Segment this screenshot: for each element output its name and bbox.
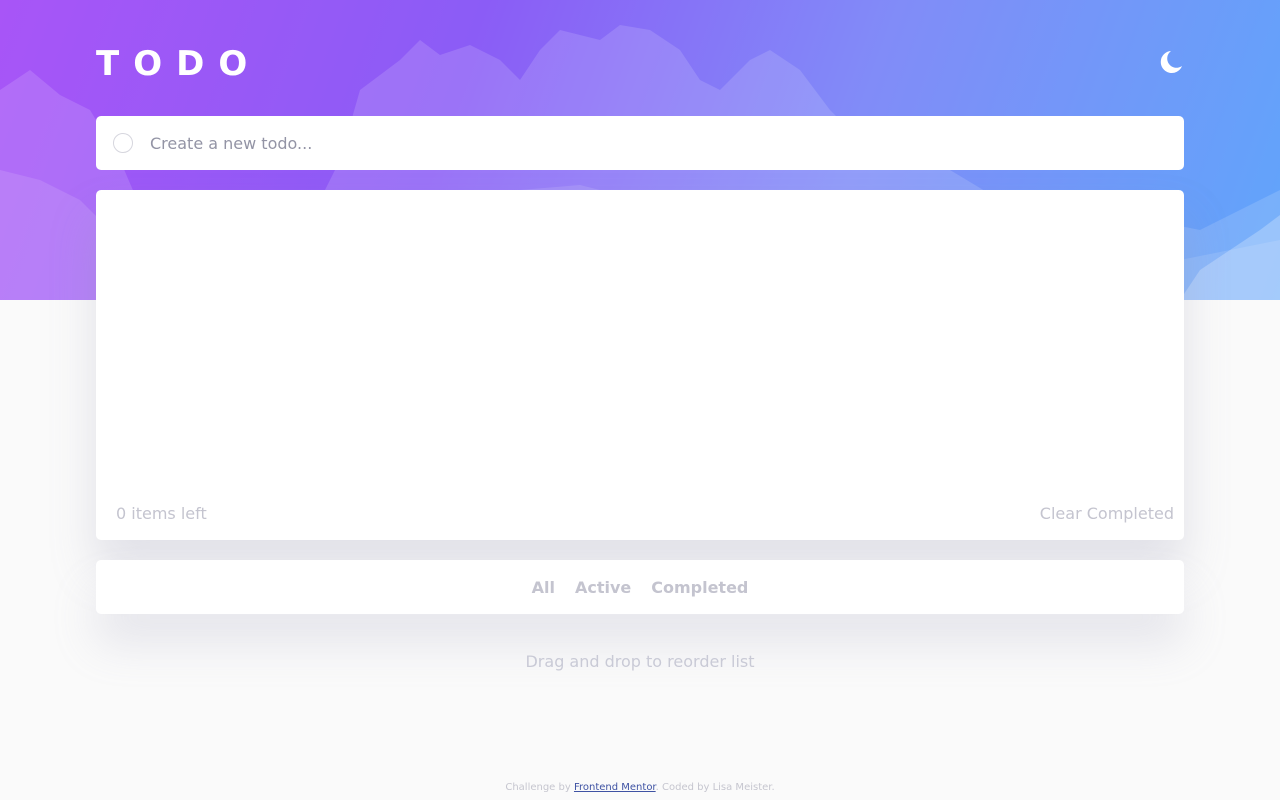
filter-bar: All Active Completed bbox=[96, 560, 1184, 614]
new-todo-bar bbox=[96, 116, 1184, 170]
new-todo-input[interactable] bbox=[150, 116, 1150, 170]
attribution-footer: Challenge by Frontend Mentor. Coded by L… bbox=[0, 782, 1280, 793]
clear-completed-button[interactable]: Clear Completed bbox=[1040, 504, 1174, 523]
moon-icon bbox=[1160, 51, 1182, 73]
filter-completed[interactable]: Completed bbox=[651, 578, 748, 597]
theme-toggle-button[interactable] bbox=[1156, 48, 1186, 78]
challenge-prefix: Challenge by bbox=[505, 782, 574, 793]
coded-by-text: . Coded by Lisa Meister. bbox=[655, 782, 775, 793]
new-todo-check-circle[interactable] bbox=[113, 133, 133, 153]
todo-list: 0 items left Clear Completed bbox=[96, 190, 1184, 540]
reorder-hint: Drag and drop to reorder list bbox=[525, 652, 755, 671]
app-title: TODO bbox=[96, 44, 262, 84]
items-left-count: 0 items left bbox=[116, 504, 207, 523]
frontend-mentor-link[interactable]: Frontend Mentor bbox=[574, 782, 656, 793]
filter-all[interactable]: All bbox=[532, 578, 555, 597]
filter-active[interactable]: Active bbox=[575, 578, 631, 597]
